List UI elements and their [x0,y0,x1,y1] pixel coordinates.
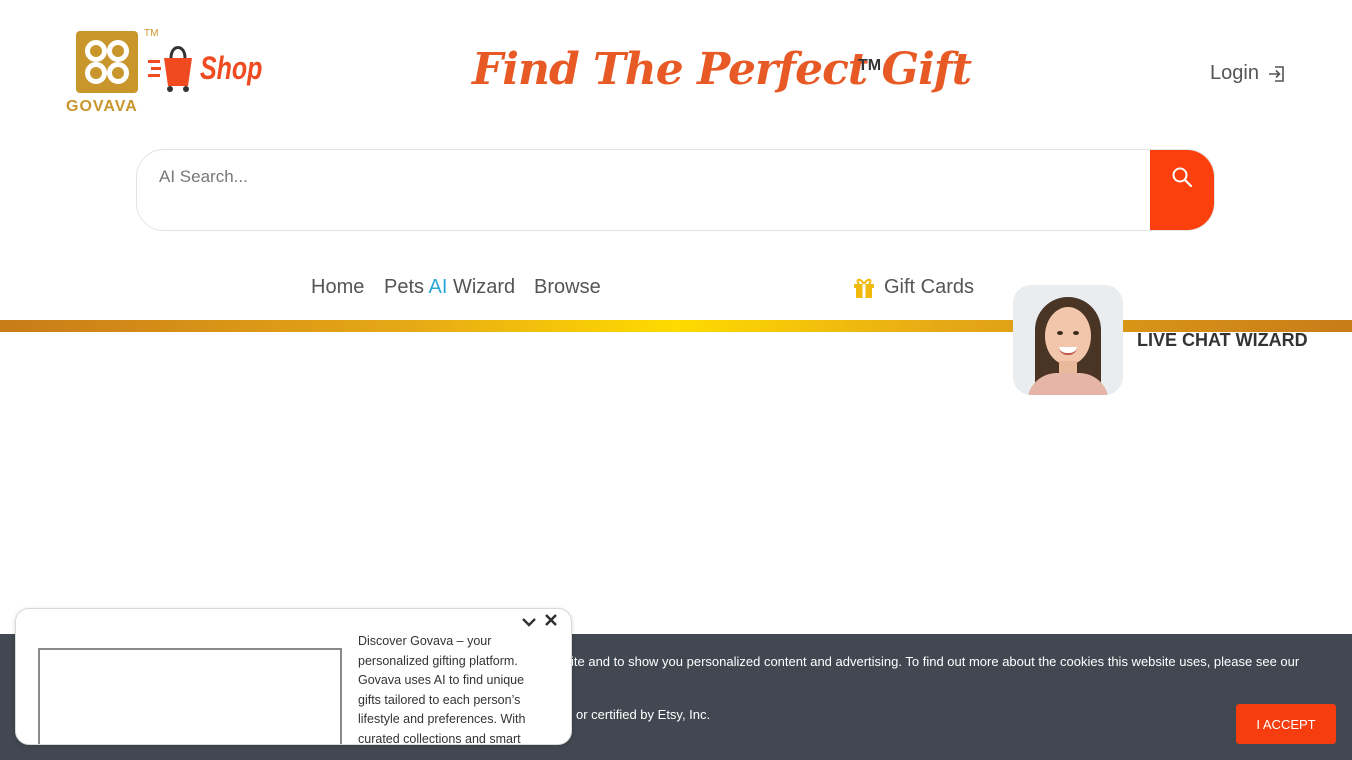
site-title: Find The Perfect Gift [472,44,972,95]
login-label: Login [1210,62,1259,84]
accept-cookies-button[interactable]: I ACCEPT [1236,704,1336,744]
live-chat-avatar[interactable] [1013,285,1123,395]
popup-media-frame [38,648,342,744]
nav-pets-label: Pets [384,276,425,298]
govava-shop-logo[interactable]: TM GOVAVA Shop [64,28,262,116]
live-chat-wizard-link[interactable]: LIVE CHAT WIZARD [1137,330,1308,351]
shop-label: Shop [200,50,263,86]
cookie-text-line1: ite and to show you personalized content… [571,654,1300,669]
search-icon [1172,167,1193,188]
search-input[interactable] [137,150,1152,230]
close-icon[interactable] [544,613,558,627]
shopping-bag-cart-icon [148,46,192,92]
title-trademark: TM [858,57,882,74]
nav-browse[interactable]: Browse [534,276,601,299]
search-button[interactable] [1150,150,1214,230]
login-link[interactable]: Login [1210,62,1287,85]
nav-ai-label: AI [428,276,448,298]
page: TM GOVAVA Shop Find The Perfect Gift TM … [0,0,1352,760]
govava-logo-mark [76,31,138,93]
chevron-down-icon[interactable] [521,614,537,630]
cookie-text-line2: or certified by Etsy, Inc. [576,707,711,722]
search-bar [136,149,1215,231]
nav-home[interactable]: Home [311,276,364,299]
nav-wizard-label: Wizard [452,276,516,298]
popup-description: Discover Govava – your personalized gift… [358,634,526,745]
nav-pets-ai-wizard[interactable]: Pets AI Wizard [384,276,515,299]
login-icon [1268,65,1284,82]
logo-wordmark: GOVAVA [66,98,138,115]
info-popup: Discover Govava – your personalized gift… [15,608,572,745]
gift-cards-label: Gift Cards [884,275,975,298]
gift-icon [854,278,874,298]
nav-gift-cards[interactable]: Gift Cards [852,275,974,299]
